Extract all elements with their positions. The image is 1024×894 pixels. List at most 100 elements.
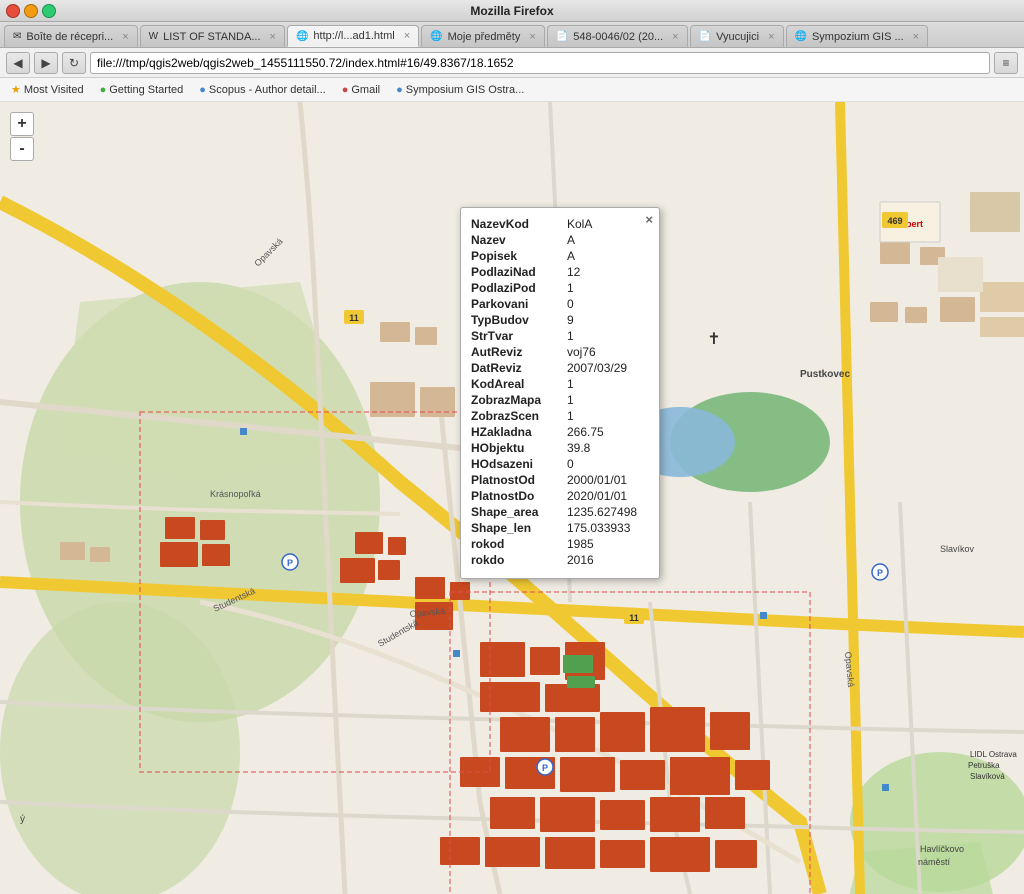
popup-row: rokod1985 [471, 536, 649, 552]
popup-row: PodlaziPod1 [471, 280, 649, 296]
popup-field-value: 2000/01/01 [567, 473, 627, 487]
menu-button[interactable]: ≡ [994, 52, 1018, 74]
bookmark-getting-started[interactable]: ●Getting Started [95, 82, 189, 98]
svg-text:Pustkovec: Pustkovec [800, 369, 850, 380]
popup-field-value: voj76 [567, 345, 596, 359]
zoom-out-button[interactable]: - [10, 137, 34, 161]
popup-row: HObjektu39.8 [471, 440, 649, 456]
svg-text:Slavíková: Slavíková [970, 772, 1005, 781]
window-title: Mozilla Firefox [470, 4, 553, 18]
popup-field-key: Shape_len [471, 521, 561, 535]
popup-field-key: Nazev [471, 233, 561, 247]
popup-field-key: HZakladna [471, 425, 561, 439]
tab-close-button[interactable]: × [913, 31, 919, 43]
bookmark-icon: ● [396, 84, 403, 96]
svg-text:Havlíčkovo: Havlíčkovo [920, 844, 964, 854]
popup-field-value: 2007/03/29 [567, 361, 627, 375]
zoom-in-button[interactable]: + [10, 112, 34, 136]
zoom-controls: + - [10, 112, 34, 161]
popup-field-key: AutReviz [471, 345, 561, 359]
popup-field-value: 9 [567, 313, 574, 327]
svg-text:469: 469 [887, 216, 902, 226]
svg-text:11: 11 [349, 313, 359, 323]
popup-field-value: 266.75 [567, 425, 604, 439]
bookmark-gmail[interactable]: ●Gmail [337, 82, 385, 98]
close-button[interactable] [6, 4, 20, 18]
popup-field-key: PodlaziNad [471, 265, 561, 279]
popup-field-key: HObjektu [471, 441, 561, 455]
popup-field-value: A [567, 233, 575, 247]
popup-field-key: rokod [471, 537, 561, 551]
popup-row: HZakladna 266.75 [471, 424, 649, 440]
bookmark-label: Getting Started [109, 84, 183, 96]
tab-close-button[interactable]: × [672, 31, 678, 43]
tab-label: LIST OF STANDA... [163, 31, 260, 43]
popup-field-value: 1 [567, 377, 574, 391]
tab-label: http://l...ad1.html [313, 30, 394, 42]
url-input[interactable] [90, 52, 990, 74]
popup-field-value: 0 [567, 297, 574, 311]
forward-button[interactable]: ▶ [34, 52, 58, 74]
popup-row: TypBudov9 [471, 312, 649, 328]
tab-tab3[interactable]: 🌐http://l...ad1.html× [287, 25, 419, 47]
tab-close-button[interactable]: × [404, 30, 410, 42]
svg-text:náměstí: náměstí [918, 857, 951, 867]
tabbar: ✉Boîte de récepri...×WLIST OF STANDA...×… [0, 22, 1024, 48]
tab-tab6[interactable]: 📄Vyucujici× [690, 25, 784, 47]
bookmark-icon: ● [100, 84, 107, 96]
popup-row: Parkovani0 [471, 296, 649, 312]
tab-tab2[interactable]: WLIST OF STANDA...× [140, 25, 285, 47]
tab-close-button[interactable]: × [529, 31, 535, 43]
tab-close-button[interactable]: × [270, 31, 276, 43]
popup-row: PlatnostDo2020/01/01 [471, 488, 649, 504]
tab-icon: 📄 [556, 31, 568, 42]
window-controls [6, 4, 56, 18]
bookmark-most-visited[interactable]: ★Most Visited [6, 81, 89, 98]
popup-field-key: HOdsazeni [471, 457, 561, 471]
popup-row: ZobrazMapa1 [471, 392, 649, 408]
popup-row: StrTvar1 [471, 328, 649, 344]
tab-tab1[interactable]: ✉Boîte de récepri...× [4, 25, 138, 47]
tab-tab7[interactable]: 🌐Sympozium GIS ...× [786, 25, 929, 47]
bookmark-label: Scopus - Author detail... [209, 84, 326, 96]
bookmark-symposium[interactable]: ●Symposium GIS Ostra... [391, 82, 529, 98]
popup-field-value: 0 [567, 457, 574, 471]
reload-button[interactable]: ↻ [62, 52, 86, 74]
bookmark-icon: ● [342, 84, 349, 96]
tab-tab4[interactable]: 🌐Moje předměty× [421, 25, 545, 47]
popup-row: ZobrazScen1 [471, 408, 649, 424]
popup-row: PlatnostOd 2000/01/01 [471, 472, 649, 488]
popup-close-button[interactable]: × [645, 212, 653, 227]
tab-tab5[interactable]: 📄548-0046/02 (20...× [547, 25, 688, 47]
popup-row: Nazev A [471, 232, 649, 248]
back-button[interactable]: ◀ [6, 52, 30, 74]
popup-row: DatReviz2007/03/29 [471, 360, 649, 376]
popup-row: Shape_len 175.033933 [471, 520, 649, 536]
feature-popup: × NazevKodKolANazevAPopisekAPodlaziNad12… [460, 207, 660, 579]
svg-text:ý: ý [20, 814, 25, 825]
popup-field-value: 175.033933 [567, 521, 630, 535]
tab-close-button[interactable]: × [768, 31, 774, 43]
minimize-button[interactable] [24, 4, 38, 18]
popup-field-key: PlatnostOd [471, 473, 561, 487]
popup-field-value: A [567, 249, 575, 263]
maximize-button[interactable] [42, 4, 56, 18]
bookmark-label: Most Visited [24, 84, 84, 96]
svg-text:✝: ✝ [707, 331, 720, 348]
svg-text:Slavíkov: Slavíkov [940, 544, 975, 554]
svg-text:P: P [877, 568, 883, 578]
tab-close-button[interactable]: × [122, 31, 128, 43]
popup-field-key: NazevKod [471, 217, 561, 231]
tab-icon: 🌐 [430, 31, 442, 42]
popup-field-key: Popisek [471, 249, 561, 263]
popup-row: Popisek A [471, 248, 649, 264]
popup-field-value: 1 [567, 329, 574, 343]
popup-row: PodlaziNad12 [471, 264, 649, 280]
map-container[interactable]: P P P ✝ 11 11 Opavská Opavská Opavská St… [0, 102, 1024, 894]
bookmarks-bar: ★Most Visited●Getting Started●Scopus - A… [0, 78, 1024, 102]
bookmark-scopus[interactable]: ●Scopus - Author detail... [194, 82, 330, 98]
tab-label: Vyucujici [716, 31, 759, 43]
svg-text:P: P [542, 763, 548, 773]
tab-label: Sympozium GIS ... [812, 31, 904, 43]
popup-fields: NazevKodKolANazevAPopisekAPodlaziNad12Po… [471, 216, 649, 568]
